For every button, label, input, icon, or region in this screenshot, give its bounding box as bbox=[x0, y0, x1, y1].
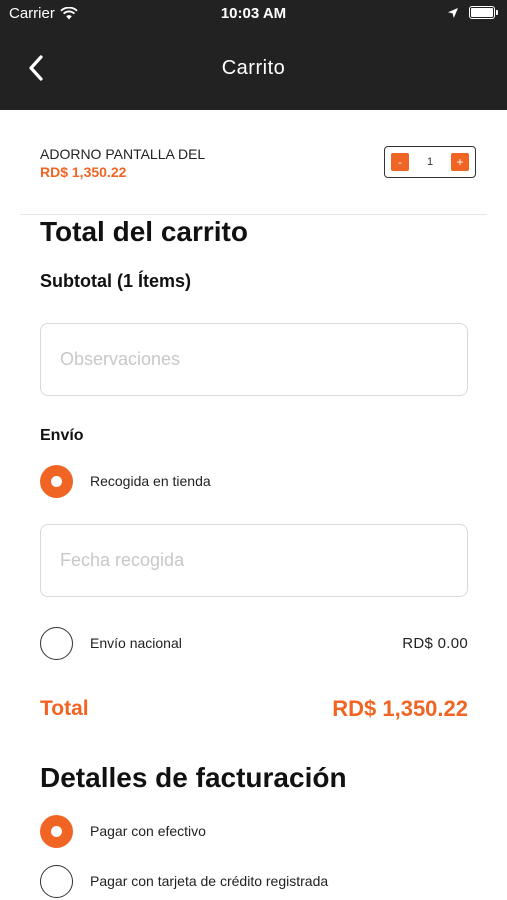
top-bar: Carrier 10:03 AM Carrito bbox=[0, 0, 507, 110]
national-shipping-label: Envío nacional bbox=[90, 635, 182, 651]
decrease-quantity-button[interactable]: - bbox=[391, 153, 409, 171]
shipping-heading: Envío bbox=[40, 427, 84, 444]
nav-bar: Carrito bbox=[0, 40, 507, 96]
status-bar: Carrier 10:03 AM bbox=[0, 0, 507, 28]
cash-payment-label: Pagar con efectivo bbox=[90, 823, 206, 839]
total-label: Total bbox=[40, 697, 89, 720]
total-value: RD$ 1,350.22 bbox=[332, 696, 468, 721]
observations-input[interactable] bbox=[41, 324, 467, 395]
cart-item: ADORNO PANTALLA DEL RD$ 1,350.22 - 1 + bbox=[40, 146, 476, 186]
total-row: Total RD$ 1,350.22 bbox=[40, 696, 468, 722]
page-title: Carrito bbox=[221, 57, 286, 79]
radio-unselected[interactable] bbox=[40, 864, 73, 898]
cart-total-heading: Total del carrito bbox=[40, 216, 248, 247]
payment-option-cash[interactable]: Pagar con efectivo bbox=[40, 814, 468, 848]
location-arrow-icon bbox=[448, 7, 458, 18]
battery-icon bbox=[469, 6, 498, 19]
observations-field[interactable] bbox=[40, 323, 468, 396]
pickup-label: Recogida en tienda bbox=[90, 473, 211, 489]
radio-unselected[interactable] bbox=[40, 626, 73, 660]
pickup-date-field[interactable] bbox=[40, 524, 468, 597]
increase-quantity-button[interactable]: + bbox=[451, 153, 469, 171]
quantity-stepper: - 1 + bbox=[384, 146, 476, 178]
radio-selected[interactable] bbox=[40, 814, 73, 848]
national-shipping-amount: RD$ 0.00 bbox=[402, 634, 468, 652]
shipping-option-pickup[interactable]: Recogida en tienda bbox=[40, 464, 468, 498]
status-right bbox=[447, 6, 498, 19]
radio-selected[interactable] bbox=[40, 464, 73, 498]
pickup-date-input[interactable] bbox=[41, 525, 467, 596]
divider bbox=[20, 214, 487, 215]
quantity-value: 1 bbox=[426, 156, 434, 168]
card-payment-label: Pagar con tarjeta de crédito registrada bbox=[90, 873, 329, 889]
subtotal-label: Subtotal (1 Ítems) bbox=[40, 271, 192, 291]
shipping-option-national[interactable]: Envío nacional RD$ 0.00 bbox=[40, 626, 468, 660]
clock: 10:03 AM bbox=[220, 5, 287, 22]
payment-option-card[interactable]: Pagar con tarjeta de crédito registrada bbox=[40, 864, 468, 898]
billing-heading: Detalles de facturación bbox=[40, 762, 347, 793]
